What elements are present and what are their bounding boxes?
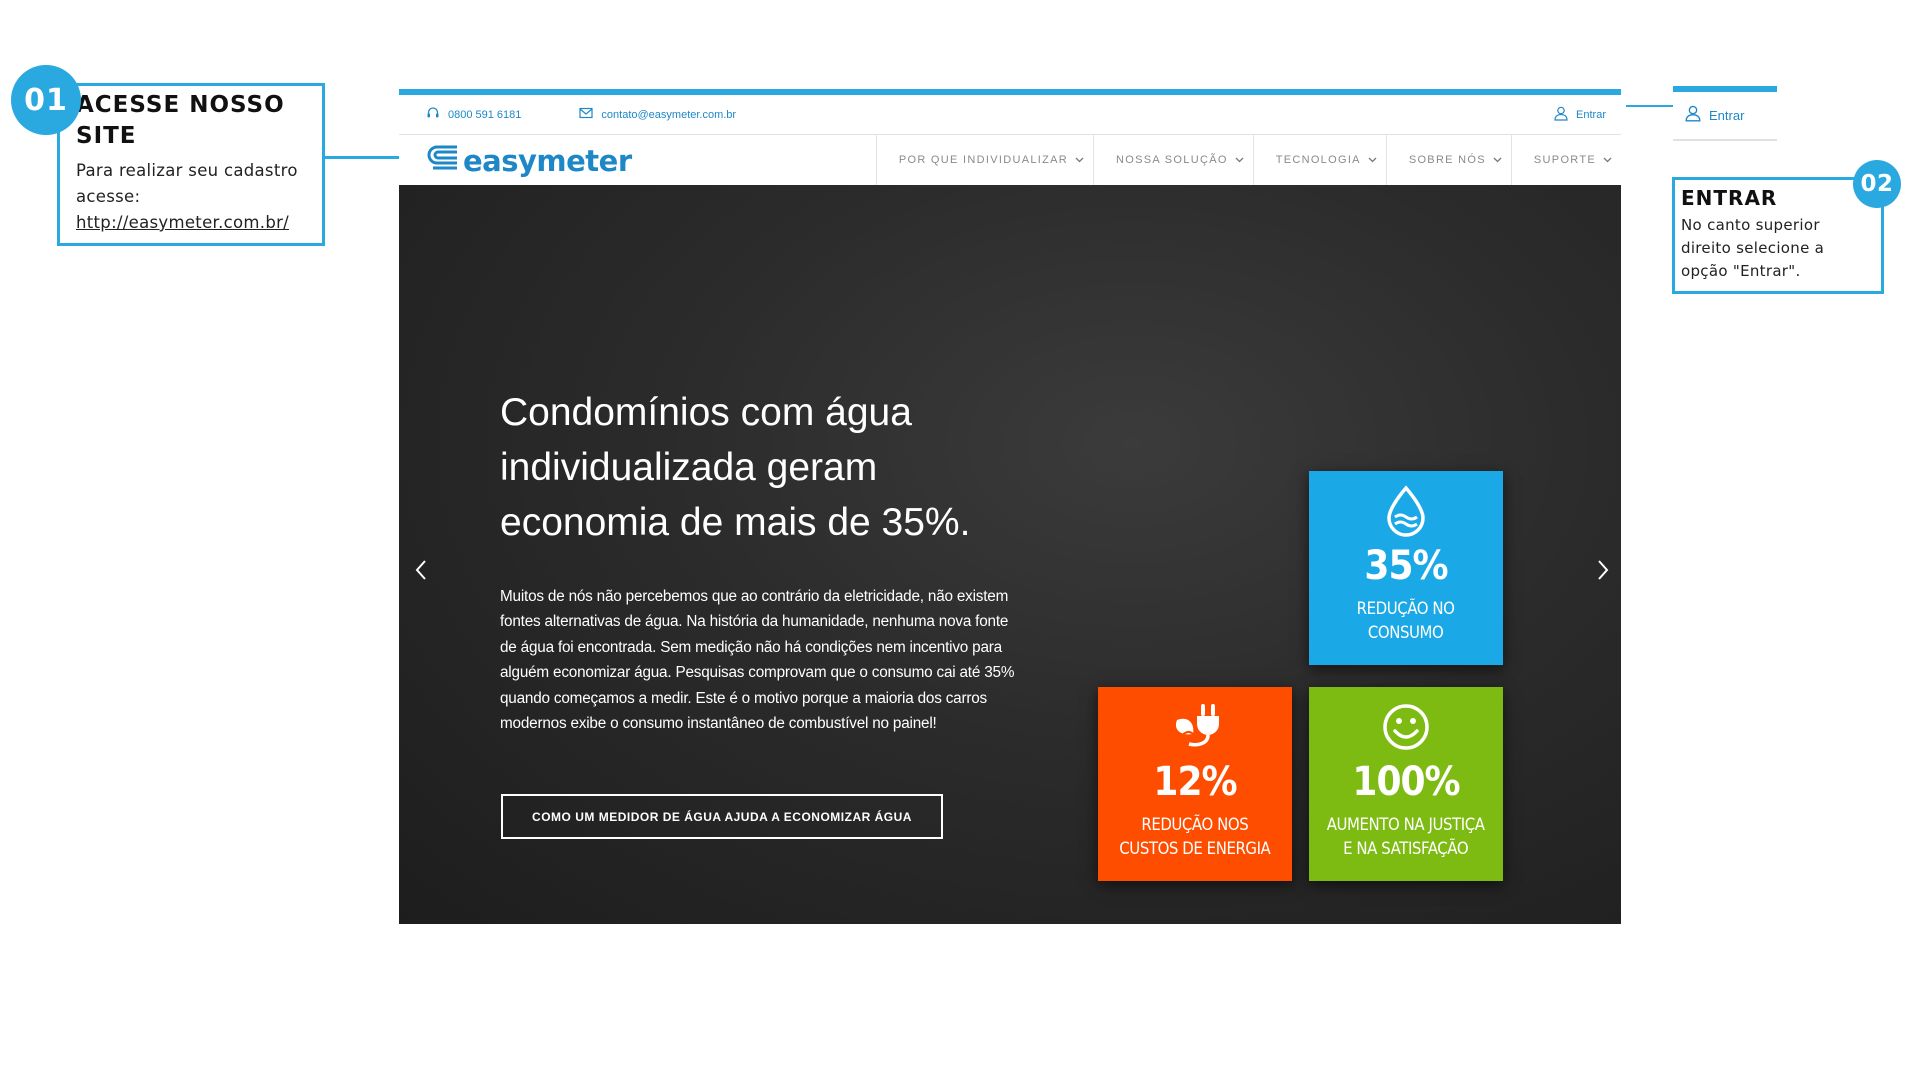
hero-title: Condomínios com água individualizada ger…	[500, 391, 971, 544]
plug-leaf-icon	[1167, 701, 1223, 753]
phone-contact[interactable]: 0800 591 6181	[426, 106, 521, 123]
site-navbar: easymeter POR QUE INDIVIDUALIZAR NOSSA S…	[399, 135, 1621, 185]
website-screenshot: 0800 591 6181 contato@easymeter.com.br E…	[399, 89, 1621, 924]
slider-next-button[interactable]	[1593, 557, 1613, 587]
menu-item-por-que-individualizar[interactable]: POR QUE INDIVIDUALIZAR	[875, 135, 1093, 185]
menu-item-tecnologia[interactable]: TECNOLOGIA	[1252, 135, 1386, 185]
step-1-description: Para realizar seu cadastro acesse:	[76, 161, 298, 206]
slider-prev-button[interactable]	[411, 557, 431, 587]
login-zoom-label: Entrar	[1709, 108, 1745, 123]
step-1-link[interactable]: http://easymeter.com.br/	[76, 210, 312, 236]
step-1-callout: ACESSE NOSSO SITE Para realizar seu cada…	[57, 83, 325, 246]
step-2-title: ENTRAR	[1681, 186, 1778, 210]
login-zoom-preview[interactable]: Entrar	[1673, 86, 1777, 141]
stat-tile-consumo: 35% REDUÇÃO NO CONSUMO	[1309, 471, 1503, 665]
stat-value: 12%	[1153, 759, 1237, 805]
user-icon	[1554, 106, 1568, 124]
login-link[interactable]: Entrar	[1554, 95, 1606, 135]
hero-body-text: Muitos de nós não percebemos que ao cont…	[500, 588, 1015, 733]
login-label: Entrar	[1576, 109, 1606, 121]
stat-value: 100%	[1352, 759, 1460, 805]
stat-label-line: REDUÇÃO NOS	[1141, 815, 1249, 835]
step-1-badge: 01	[11, 65, 81, 135]
step-2-text: No canto superior direito selecione a op…	[1681, 216, 1825, 280]
menu-item-label: SUPORTE	[1533, 154, 1596, 166]
chevron-down-icon	[1075, 154, 1084, 166]
step-2-connector	[1626, 105, 1673, 107]
step-1-text: Para realizar seu cadastro acesse: http:…	[76, 158, 312, 236]
envelope-icon	[579, 107, 594, 122]
user-icon	[1685, 105, 1701, 127]
stat-label: REDUÇÃO NO CONSUMO	[1357, 597, 1455, 645]
stat-label-line: AUMENTO NA JUSTIÇA	[1327, 815, 1485, 835]
chevron-down-icon	[1493, 154, 1502, 166]
chevron-down-icon	[1368, 154, 1377, 166]
menu-item-label: SOBRE NÓS	[1408, 154, 1486, 166]
main-menu: POR QUE INDIVIDUALIZAR NOSSA SOLUÇÃO TEC…	[875, 135, 1621, 185]
hero-cta-button[interactable]: COMO UM MEDIDOR DE ÁGUA AJUDA A ECONOMIZ…	[501, 794, 943, 839]
menu-item-label: POR QUE INDIVIDUALIZAR	[898, 154, 1069, 166]
chevron-down-icon	[1603, 154, 1612, 166]
stat-label-line: CUSTOS DE ENERGIA	[1119, 839, 1271, 859]
phone-number: 0800 591 6181	[448, 108, 522, 121]
menu-item-nossa-solucao[interactable]: NOSSA SOLUÇÃO	[1093, 135, 1253, 185]
easymeter-logo[interactable]: easymeter	[427, 141, 632, 180]
headset-icon	[426, 106, 440, 123]
stat-label: REDUÇÃO NOS CUSTOS DE ENERGIA	[1119, 813, 1270, 861]
stat-label-line: E NA SATISFAÇÃO	[1343, 839, 1469, 859]
stat-label-line: REDUÇÃO NO	[1357, 599, 1455, 619]
email-contact[interactable]: contato@easymeter.com.br	[579, 107, 736, 122]
menu-item-sobre-nos[interactable]: SOBRE NÓS	[1385, 135, 1511, 185]
step-1-title: ACESSE NOSSO SITE	[76, 92, 285, 149]
stat-tile-energia: 12% REDUÇÃO NOS CUSTOS DE ENERGIA	[1098, 687, 1292, 881]
smiley-icon	[1381, 701, 1431, 753]
stat-label: AUMENTO NA JUSTIÇA E NA SATISFAÇÃO	[1327, 813, 1485, 861]
logo-text: easymeter	[463, 143, 632, 178]
email-address: contato@easymeter.com.br	[601, 108, 737, 121]
menu-item-label: NOSSA SOLUÇÃO	[1116, 154, 1228, 166]
menu-item-suporte[interactable]: SUPORTE	[1510, 135, 1621, 185]
menu-item-label: TECNOLOGIA	[1275, 154, 1361, 166]
stat-tile-satisfacao: 100% AUMENTO NA JUSTIÇA E NA SATISFAÇÃO	[1309, 687, 1503, 881]
step-2-callout: ENTRAR No canto superior direito selecio…	[1672, 177, 1884, 294]
logo-mark-icon	[427, 141, 461, 180]
chevron-left-icon	[415, 559, 427, 586]
chevron-right-icon	[1597, 559, 1609, 586]
hero-slider: Condomínios com água individualizada ger…	[399, 185, 1621, 924]
site-topbar: 0800 591 6181 contato@easymeter.com.br E…	[399, 95, 1621, 135]
water-drop-icon	[1384, 485, 1428, 537]
step-2-badge: 02	[1853, 160, 1901, 208]
chevron-down-icon	[1235, 154, 1244, 166]
step-1-connector	[325, 156, 399, 159]
stat-label-line: CONSUMO	[1368, 623, 1444, 643]
stat-value: 35%	[1364, 543, 1448, 589]
